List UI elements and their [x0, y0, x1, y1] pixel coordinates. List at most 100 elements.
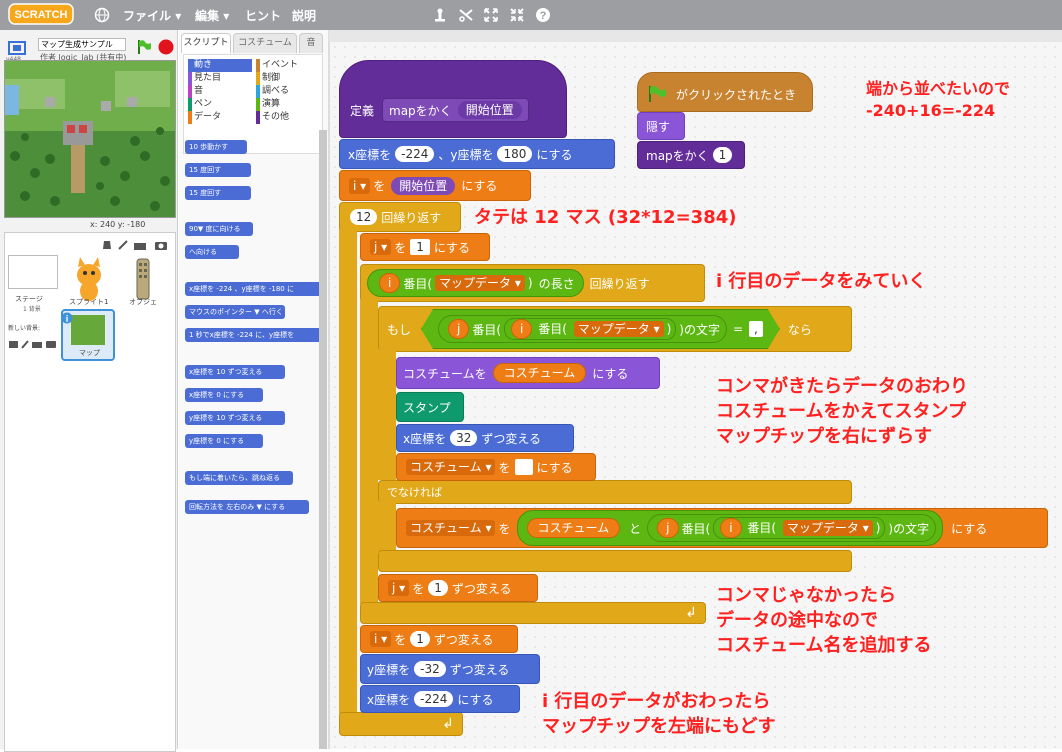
change-j-input[interactable]: 1 [428, 580, 448, 596]
category-looks[interactable]: 見た目 [188, 72, 252, 85]
scratch-logo[interactable]: SCRATCH [8, 2, 74, 26]
category-sound[interactable]: 音 [188, 85, 252, 98]
set-costume-empty-block[interactable]: コスチューム ▾ を にする [396, 453, 596, 481]
project-title-input[interactable]: マップ生成サンプル [38, 38, 126, 51]
change-y-input[interactable]: -32 [414, 661, 446, 677]
note-start-position: 端から並べたいので -240+16=-224 [866, 78, 1010, 122]
tab-sounds[interactable]: 音 [299, 33, 323, 53]
change-j-var-dropdown[interactable]: j ▾ [388, 580, 410, 596]
goto-y-input[interactable]: 180 [497, 146, 533, 162]
call-map-arg-input[interactable]: 1 [712, 147, 733, 163]
category-events[interactable]: イベント [256, 59, 320, 72]
palette-set-x-block[interactable]: x座標を 0 にする [185, 388, 263, 402]
new-backdrop-tools[interactable] [8, 334, 58, 349]
goto-xy-block[interactable]: x座標を -224 、y座標を 180 にする [339, 139, 615, 169]
if-j-reporter[interactable]: j [448, 319, 469, 339]
delete-icon[interactable] [458, 7, 474, 23]
start-position-reporter[interactable]: 開始位置 [391, 176, 456, 195]
param-start-position[interactable]: 開始位置 [457, 101, 522, 119]
palette-scrollbar[interactable] [319, 130, 327, 749]
change-i-block[interactable]: i ▾ を 1 ずつ変える [360, 625, 518, 653]
join-i-reporter[interactable]: i [720, 518, 742, 538]
if-list-dropdown[interactable]: マップデータ ▾ [574, 321, 664, 337]
palette-bounce-block[interactable]: もし端に着いたら、跳ね返る [185, 471, 293, 485]
change-y-block[interactable]: y座標を -32 ずつ変える [360, 654, 540, 684]
switch-costume-block[interactable]: コスチュームを コスチューム にする [396, 357, 660, 389]
set-x-input[interactable]: -224 [414, 691, 454, 707]
grow-icon[interactable] [483, 7, 499, 23]
palette-goto-block[interactable]: マウスのポインター ▼ へ行く [185, 305, 285, 319]
set-costume-join-block[interactable]: コスチューム ▾ を コスチューム と j 番目( i 番目( マップデータ ▾… [396, 508, 1048, 548]
stop-icon[interactable] [158, 39, 174, 55]
repeat-length-block[interactable]: i 番目( マップデータ ▾ ) の長さ 回繰り返す [360, 264, 705, 302]
category-data[interactable]: データ [188, 111, 252, 124]
palette-change-y-block[interactable]: y座標を 10 ずつ変える [185, 411, 285, 425]
sprite-thumb-map[interactable]: i マップ [61, 309, 115, 361]
costume-var-reporter[interactable]: コスチューム [492, 363, 587, 383]
duplicate-icon[interactable] [432, 7, 448, 23]
fullscreen-icon[interactable] [8, 40, 26, 55]
change-x-input[interactable]: 32 [450, 430, 478, 446]
palette-set-y-block[interactable]: y座標を 0 にする [185, 434, 263, 448]
empty-value-input[interactable] [514, 459, 533, 475]
join-j-reporter[interactable]: j [657, 518, 679, 538]
green-flag-icon[interactable] [136, 39, 152, 55]
palette-point-direction-block[interactable]: 90▼ 度に向ける [185, 222, 253, 236]
menu-about[interactable]: 説明 [292, 7, 316, 24]
palette-turn-right-block[interactable]: 15 度回す [185, 163, 251, 177]
palette-goto-xy-block[interactable]: x座標を -224 、y座標を -180 に [185, 282, 325, 296]
palette-move-block[interactable]: 10 歩動かす [185, 140, 247, 154]
repeat-12-block[interactable]: 12 回繰り返す [339, 202, 461, 232]
change-i-input[interactable]: 1 [410, 631, 430, 647]
change-i-var-dropdown[interactable]: i ▾ [370, 631, 392, 647]
set-i-block[interactable]: i ▾ を 開始位置 にする [339, 170, 531, 201]
set-costume-var-dropdown[interactable]: コスチューム ▾ [406, 459, 496, 475]
category-operators[interactable]: 演算 [256, 98, 320, 111]
set-x-block[interactable]: x座標を -224 にする [360, 685, 520, 713]
stage-canvas[interactable] [4, 60, 176, 218]
palette-turn-left-block[interactable]: 15 度回す [185, 186, 251, 200]
repeat-count-input[interactable]: 12 [350, 209, 378, 225]
category-motion[interactable]: 動き [188, 59, 252, 72]
menu-tips[interactable]: ヒント [245, 7, 281, 24]
if-i-reporter[interactable]: i [511, 319, 532, 339]
if-nth-label: 番目( [472, 322, 502, 337]
shrink-icon[interactable] [509, 7, 525, 23]
set-j-block[interactable]: j ▾ を 1 にする [360, 233, 490, 261]
ru-i-reporter[interactable]: i [379, 273, 401, 293]
category-more[interactable]: その他 [256, 111, 320, 124]
define-block[interactable]: 定義 mapをかく 開始位置 [339, 60, 567, 138]
globe-icon[interactable] [94, 7, 110, 23]
palette-glide-block[interactable]: 1 秒でx座標を -224 に、y座標を [185, 328, 325, 342]
when-flag-clicked-block[interactable]: がクリックされたとき [637, 72, 813, 112]
change-j-block[interactable]: j ▾ を 1 ずつ変える [378, 574, 538, 602]
tab-costumes[interactable]: コスチューム [233, 33, 297, 53]
join-costume-reporter[interactable]: コスチューム [526, 518, 621, 538]
category-control[interactable]: 制御 [256, 72, 320, 85]
set-i-var-dropdown[interactable]: i ▾ [349, 177, 371, 194]
call-map-block[interactable]: mapをかく 1 [637, 141, 745, 169]
palette-rotation-style-block[interactable]: 回転方法を 左右のみ ▼ にする [185, 500, 309, 514]
new-sprite-tools[interactable] [101, 236, 171, 250]
set-j-value-input[interactable]: 1 [410, 239, 430, 255]
comma-input[interactable]: , [749, 321, 763, 337]
help-icon[interactable]: ? [535, 7, 551, 23]
change-x-32-block[interactable]: x座標を 32 ずつ変える [396, 424, 574, 452]
palette-change-x-block[interactable]: x座標を 10 ずつ変える [185, 365, 285, 379]
set-costume2-var-dropdown[interactable]: コスチューム ▾ [406, 520, 496, 536]
menu-edit[interactable]: 編集 ▾ [195, 7, 229, 24]
menu-file[interactable]: ファイル ▾ [123, 7, 181, 24]
tab-scripts[interactable]: スクリプト [181, 33, 231, 53]
info-icon[interactable]: i [61, 309, 73, 324]
stamp-block[interactable]: スタンプ [396, 392, 464, 422]
set-j-var-dropdown[interactable]: j ▾ [370, 239, 392, 255]
category-sensing[interactable]: 調べる [256, 85, 320, 98]
category-pen[interactable]: ペン [188, 98, 252, 111]
hide-block[interactable]: 隠す [637, 112, 685, 140]
if-else-block[interactable]: もし j 番目( i 番目( マップデータ ▾) )の文字 = , なら [378, 306, 852, 352]
join-list-dropdown[interactable]: マップデータ ▾ [782, 520, 873, 536]
stage-thumbnail[interactable] [8, 255, 58, 289]
ru-list-dropdown[interactable]: マップデータ ▾ [435, 275, 525, 291]
palette-point-towards-block[interactable]: へ向ける [185, 245, 239, 259]
goto-x-input[interactable]: -224 [395, 146, 435, 162]
